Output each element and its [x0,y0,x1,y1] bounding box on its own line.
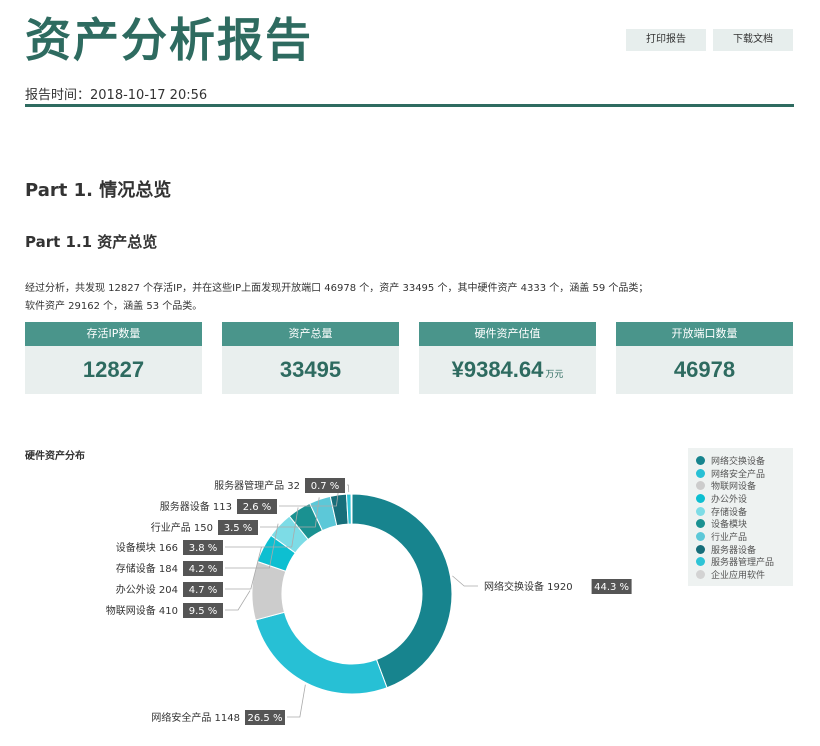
donut-percent-label: 9.5 % [189,606,218,617]
stat-card-value: 46978 [673,357,736,382]
donut-label-leader [287,684,306,718]
legend-color-icon [696,557,705,567]
subsection-heading: Part 1.1 资产总览 [25,233,158,251]
legend-color-icon [696,544,705,554]
legend-item[interactable]: 服务器设备 [696,543,793,556]
page-title: 资产分析报告 [25,13,313,67]
donut-label-leader [452,575,478,587]
stat-card-label: 硬件资产估值 [419,322,596,346]
download-document-button[interactable]: 下载文档 [713,29,793,51]
legend-item[interactable]: 存储设备 [696,505,793,518]
donut-label-leader [225,590,251,611]
donut-percent-label: 44.3 % [594,582,629,593]
donut-percent-label: 0.7 % [311,481,340,492]
legend-item[interactable]: 行业产品 [696,530,793,543]
donut-slice-label: 设备模块 166 [116,541,178,554]
donut-slice-label: 服务器管理产品 32 [214,479,300,492]
legend-color-icon [696,468,705,478]
donut-slice-label: 网络安全产品 1148 [151,711,240,724]
donut-percent-label: 3.8 % [189,543,218,554]
stat-card-value: ¥9384.64 [451,357,544,382]
stat-card-total-assets: 资产总量 33495 [222,322,399,394]
legend-label: 网络交换设备 [711,456,766,467]
legend-item[interactable]: 设备模块 [696,517,793,530]
legend-item[interactable]: 网络交换设备 [696,454,793,467]
donut-slice-label: 物联网设备 410 [106,604,178,617]
stat-card-live-ip: 存活IP数量 12827 [25,322,202,394]
donut-slice-label: 网络交换设备 1920 [484,580,573,593]
legend-color-icon [696,519,705,529]
stat-card-label: 资产总量 [222,322,399,346]
legend-label: 行业产品 [711,532,748,543]
legend-label: 设备模块 [711,520,748,531]
legend-color-icon [696,506,705,516]
donut-percent-label: 3.5 % [224,523,253,534]
section-heading: Part 1. 情况总览 [25,180,172,201]
print-report-button[interactable]: 打印报告 [626,29,706,51]
stat-card-value: 12827 [82,357,145,382]
legend-label: 物联网设备 [711,482,757,493]
chart-legend: 网络交换设备 网络安全产品 物联网设备 办公外设存储设备设备模块 行业产品服务器设备服务… [688,448,793,586]
legend-label: 存储设备 [711,507,748,518]
legend-label: 网络安全产品 [711,469,766,480]
summary-line: 软件资产 29162 个，涵盖 53 个品类。 [25,301,203,312]
summary-line: 经过分析，共发现 12827 个存活IP，并在这些IP上面发现开放端口 4697… [25,283,649,294]
hardware-donut-chart: 网络交换设备 1920 44.3 % 网络安全产品 1148 26.5 % 物联网设备 … [106,478,632,725]
legend-color-icon [696,481,705,491]
donut-slice-label: 服务器设备 113 [160,500,232,513]
stat-card-label: 开放端口数量 [616,322,793,346]
stat-card-label: 存活IP数量 [25,322,202,346]
legend-item[interactable]: 企业应用软件 [696,568,793,581]
donut-slice[interactable] [251,560,287,621]
legend-label: 服务器管理产品 [711,558,775,569]
stat-card-open-ports: 开放端口数量 46978 [616,322,793,394]
donut-percent-label: 4.7 % [189,585,218,596]
donut-slice-label: 存储设备 184 [116,562,178,575]
legend-color-icon [696,531,705,541]
stat-card-value: 33495 [279,357,342,382]
summary-text: 经过分析，共发现 12827 个存活IP，并在这些IP上面发现开放端口 4697… [25,280,725,316]
legend-label: 服务器设备 [711,545,757,556]
legend-item[interactable]: 办公外设 [696,492,793,505]
donut-slice[interactable] [350,493,353,525]
stat-card-hardware-valuation: 硬件资产估值 ¥9384.64 万元 [419,322,596,394]
legend-item[interactable]: 网络安全产品 [696,467,793,480]
legend-item[interactable]: 物联网设备 [696,479,793,492]
legend-color-icon [696,455,705,465]
legend-label: 办公外设 [711,494,748,505]
legend-label: 企业应用软件 [711,571,766,582]
donut-percent-label: 4.2 % [189,564,218,575]
legend-color-icon [696,493,705,503]
legend-item[interactable]: 服务器管理产品 [696,556,793,569]
donut-slice[interactable] [254,611,388,695]
header-divider [25,104,794,107]
donut-slice-label: 行业产品 150 [151,521,213,534]
donut-percent-label: 26.5 % [248,713,283,724]
donut-slice[interactable] [351,493,453,689]
donut-slice-label: 办公外设 204 [116,583,178,596]
report-time: 报告时间：2018-10-17 20:56 [25,88,208,103]
donut-label-leader [347,484,350,493]
stat-card-unit: 万元 [545,369,564,379]
donut-percent-label: 2.6 % [243,502,272,513]
legend-color-icon [696,570,705,580]
